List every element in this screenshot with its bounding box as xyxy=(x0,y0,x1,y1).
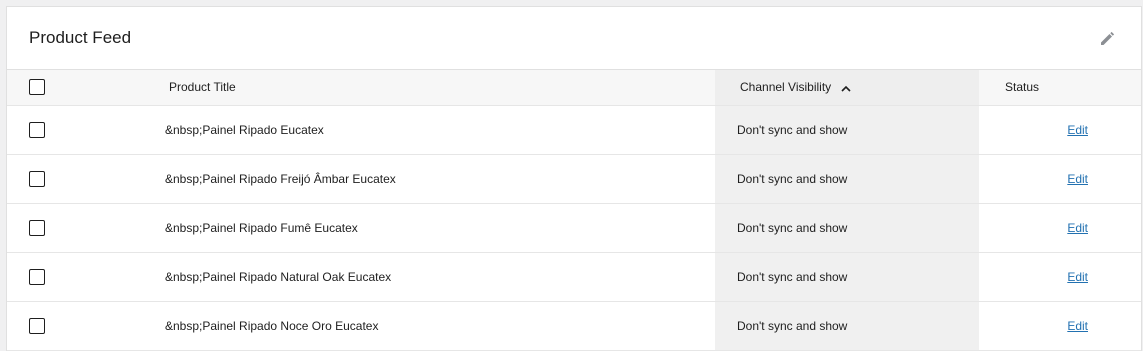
product-table: Product Title Channel Visibility Status … xyxy=(7,70,1141,351)
table-row: &nbsp;Painel Ripado Noce Oro Eucatex Don… xyxy=(7,301,1141,351)
column-header-status[interactable]: Status xyxy=(979,70,1060,106)
channel-visibility-value: Don't sync and show xyxy=(715,154,979,204)
select-all-cell xyxy=(7,70,51,106)
row-select-cell xyxy=(7,252,51,302)
row-action-cell: Edit xyxy=(1060,301,1141,351)
status-value xyxy=(979,252,1060,302)
column-header-title[interactable]: Product Title xyxy=(51,70,715,106)
status-value xyxy=(979,301,1060,351)
row-checkbox[interactable] xyxy=(29,121,45,138)
product-feed-card: Product Feed Product Title Channel Visib… xyxy=(6,6,1142,351)
row-action-cell: Edit xyxy=(1060,154,1141,204)
table-row: &nbsp;Painel Ripado Eucatex Don't sync a… xyxy=(7,105,1141,155)
pencil-icon[interactable] xyxy=(1097,28,1117,48)
product-title: &nbsp;Painel Ripado Noce Oro Eucatex xyxy=(51,301,715,351)
channel-visibility-value: Don't sync and show xyxy=(715,105,979,155)
row-action-cell: Edit xyxy=(1060,203,1141,253)
row-checkbox[interactable] xyxy=(29,219,45,236)
edit-link[interactable]: Edit xyxy=(1067,221,1088,235)
edit-link[interactable]: Edit xyxy=(1067,319,1088,333)
column-header-channel-visibility-label: Channel Visibility xyxy=(740,79,832,94)
card-header: Product Feed xyxy=(7,7,1141,70)
row-checkbox[interactable] xyxy=(29,170,45,187)
product-title: &nbsp;Painel Ripado Eucatex xyxy=(51,105,715,155)
card-title: Product Feed xyxy=(29,28,132,47)
row-checkbox[interactable] xyxy=(29,317,45,334)
row-checkbox[interactable] xyxy=(29,268,45,285)
status-value xyxy=(979,154,1060,204)
row-action-cell: Edit xyxy=(1060,105,1141,155)
table-row: &nbsp;Painel Ripado Freijó Âmbar Eucatex… xyxy=(7,154,1141,204)
edit-link[interactable]: Edit xyxy=(1067,123,1088,137)
column-header-status-label: Status xyxy=(1005,80,1040,95)
product-title: &nbsp;Painel Ripado Fumê Eucatex xyxy=(51,203,715,253)
column-header-channel-visibility[interactable]: Channel Visibility xyxy=(715,70,979,106)
product-title: &nbsp;Painel Ripado Freijó Âmbar Eucatex xyxy=(51,154,715,204)
select-all-checkbox[interactable] xyxy=(29,79,45,96)
chevron-up-icon[interactable] xyxy=(840,81,851,95)
row-select-cell xyxy=(7,301,51,351)
table-row: &nbsp;Painel Ripado Fumê Eucatex Don't s… xyxy=(7,203,1141,253)
row-select-cell xyxy=(7,105,51,155)
channel-visibility-value: Don't sync and show xyxy=(715,252,979,302)
table-header-row: Product Title Channel Visibility Status xyxy=(7,70,1141,106)
column-header-actions xyxy=(1060,70,1141,106)
edit-link[interactable]: Edit xyxy=(1067,172,1088,186)
channel-visibility-value: Don't sync and show xyxy=(715,203,979,253)
row-action-cell: Edit xyxy=(1060,252,1141,302)
product-title: &nbsp;Painel Ripado Natural Oak Eucatex xyxy=(51,252,715,302)
row-select-cell xyxy=(7,203,51,253)
status-value xyxy=(979,203,1060,253)
row-select-cell xyxy=(7,154,51,204)
table-row: &nbsp;Painel Ripado Natural Oak Eucatex … xyxy=(7,252,1141,302)
edit-link[interactable]: Edit xyxy=(1067,270,1088,284)
status-value xyxy=(979,105,1060,155)
column-header-title-label: Product Title xyxy=(169,80,236,95)
channel-visibility-value: Don't sync and show xyxy=(715,301,979,351)
